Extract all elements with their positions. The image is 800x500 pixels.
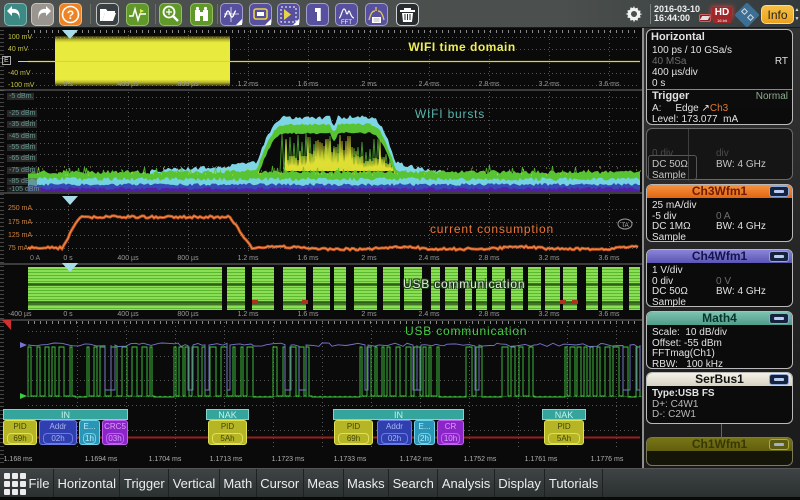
svg-text:TA: TA: [621, 223, 628, 229]
